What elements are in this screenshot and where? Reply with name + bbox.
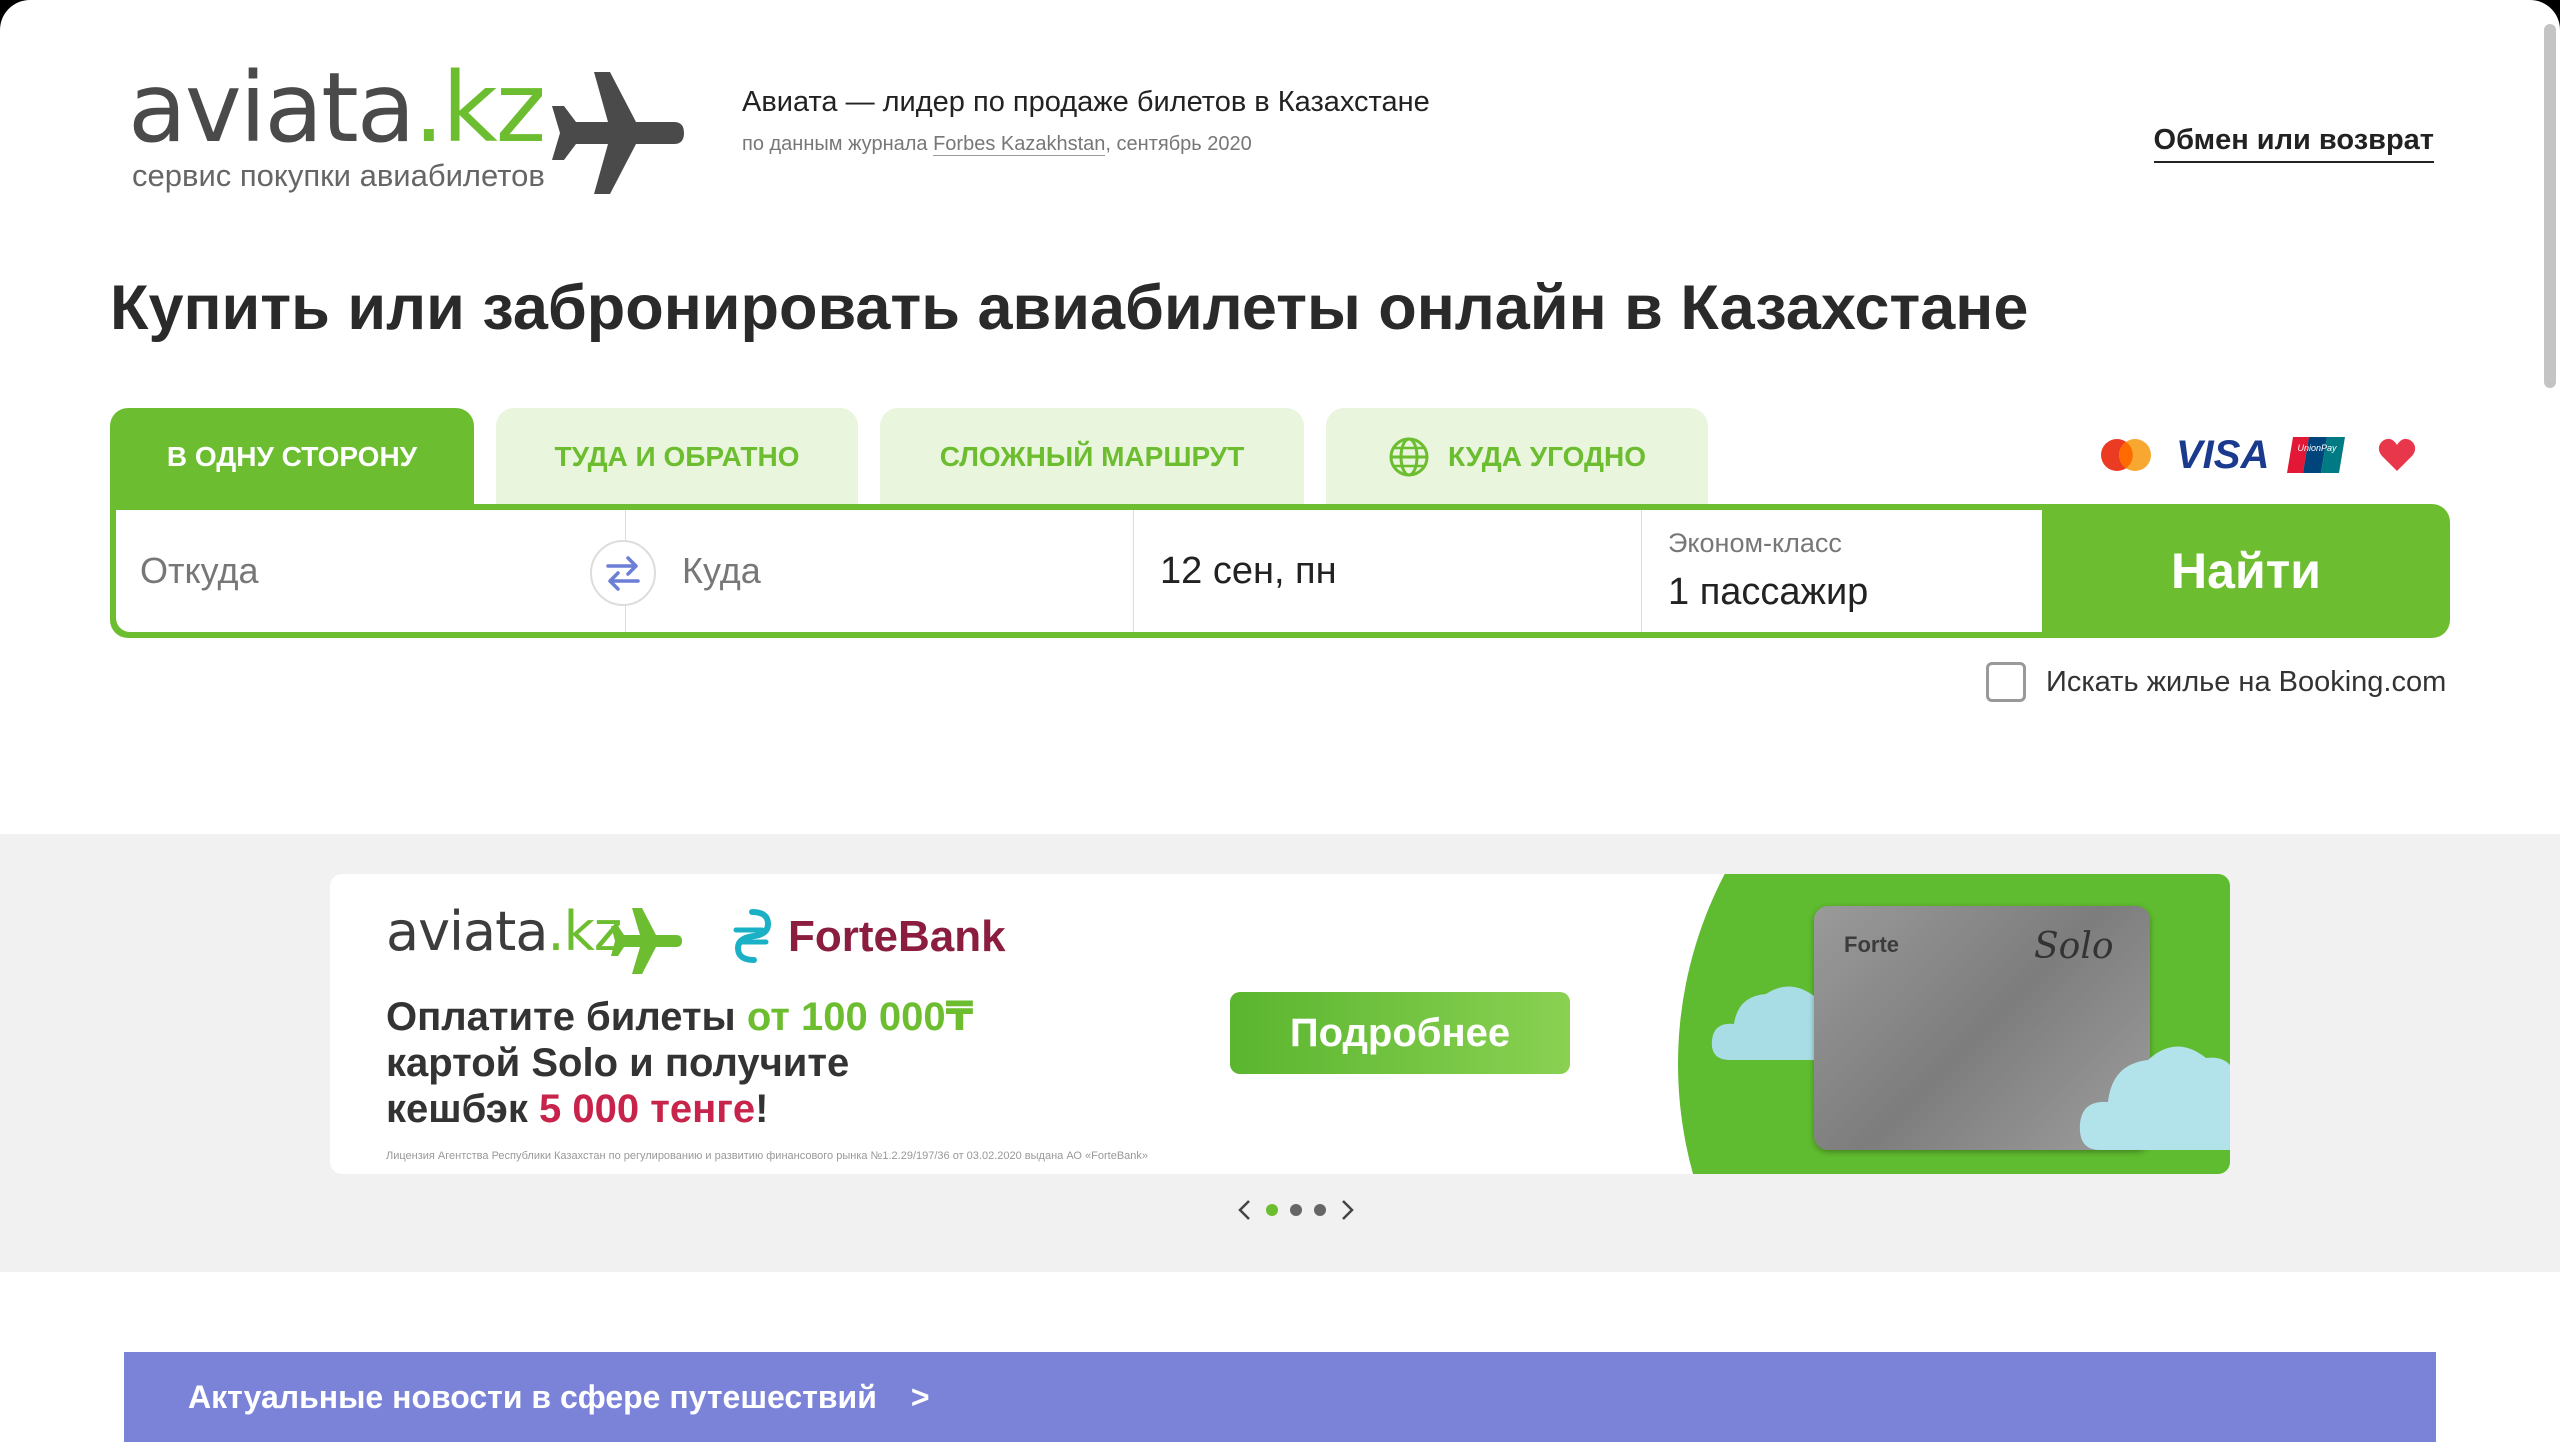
destination-field[interactable]: Куда xyxy=(626,510,1134,632)
news-heading: Актуальные новости в сфере путешествий xyxy=(188,1378,877,1415)
unionpay-icon: UnionPay xyxy=(2287,437,2346,473)
tab-multi-city[interactable]: Сложный маршрут xyxy=(880,408,1304,506)
site-header: aviata.kz сервис покупки авиабилетов Ави… xyxy=(0,0,2560,230)
aviata-logo[interactable]: aviata.kz сервис покупки авиабилетов xyxy=(128,58,688,198)
promo-banner[interactable]: aviata.kz ForteBank Оплатите билеты от 1… xyxy=(330,874,2230,1174)
exchange-return-link[interactable]: Обмен или возврат xyxy=(2153,124,2434,163)
carousel-next-icon[interactable] xyxy=(1338,1198,1358,1222)
more-details-button[interactable]: Подробнее xyxy=(1230,992,1570,1074)
swap-arrows-icon xyxy=(606,556,640,591)
logo-subtitle: сервис покупки авиабилетов xyxy=(132,158,545,193)
mastercard-icon xyxy=(2101,439,2151,471)
card-solo-logo: Solo xyxy=(2034,926,2114,967)
heart-icon[interactable] xyxy=(2377,435,2417,475)
forbes-link[interactable]: Forbes Kazakhstan xyxy=(933,133,1106,156)
tab-round-trip[interactable]: Туда и обратно xyxy=(496,408,858,506)
banner-aviata-logo: aviata.kz xyxy=(386,900,622,963)
swap-button[interactable] xyxy=(590,540,656,606)
flight-search-form: Откуда Куда 12 сен, пн Эконом-класс 1 па… xyxy=(110,504,2450,638)
svg-text:UnionPay: UnionPay xyxy=(2298,443,2338,453)
origin-placeholder: Откуда xyxy=(140,550,259,591)
carousel-dot[interactable] xyxy=(1290,1204,1302,1216)
airplane-icon xyxy=(552,72,684,194)
trip-type-tabs: В одну сторону Туда и обратно Сложный ма… xyxy=(110,408,1708,506)
logo-wordmark: aviata.kz xyxy=(128,52,546,164)
cloud-icon xyxy=(2079,1046,2230,1150)
card-brand: Forte xyxy=(1844,932,1899,957)
tagline-main: Авиата — лидер по продаже билетов в Каза… xyxy=(742,86,1430,118)
find-button[interactable]: Найти xyxy=(2042,504,2450,638)
license-text: Лицензия Агентства Республики Казахстан … xyxy=(386,1150,1149,1162)
tagline: Авиата — лидер по продаже билетов в Каза… xyxy=(742,86,1430,156)
passengers-value: 1 пассажир xyxy=(1668,571,1869,613)
travel-news-section[interactable]: Актуальные новости в сфере путешествий > xyxy=(124,1352,2436,1442)
cabin-class: Эконом-класс xyxy=(1668,528,1842,558)
tab-one-way[interactable]: В одну сторону xyxy=(110,408,474,506)
date-field[interactable]: 12 сен, пн xyxy=(1134,510,1642,632)
destination-placeholder: Куда xyxy=(682,550,761,591)
payment-methods: VISA UnionPay xyxy=(2096,430,2417,480)
booking-checkbox[interactable] xyxy=(1986,662,2026,702)
carousel-prev-icon[interactable] xyxy=(1234,1198,1254,1222)
page-scrollbar[interactable] xyxy=(2544,24,2556,388)
page-title: Купить или забронировать авиабилеты онла… xyxy=(110,273,2029,343)
booking-option[interactable]: Искать жилье на Booking.com xyxy=(1986,662,2446,702)
passengers-field[interactable]: Эконом-класс 1 пассажир xyxy=(1642,510,2042,632)
carousel-pagination xyxy=(1234,1198,1358,1222)
promo-carousel: aviata.kz ForteBank Оплатите билеты от 1… xyxy=(0,834,2560,1272)
booking-checkbox-label: Искать жилье на Booking.com xyxy=(2046,665,2447,698)
origin-field[interactable]: Откуда xyxy=(116,510,626,632)
tagline-source: по данным журнала Forbes Kazakhstan, сен… xyxy=(742,133,1252,156)
globe-icon xyxy=(1389,437,1429,477)
fortebank-name: ForteBank xyxy=(788,912,1006,961)
banner-airplane-icon xyxy=(611,908,682,974)
promo-text: Оплатите билеты от 100 000₸ картой Solo … xyxy=(386,995,974,1131)
visa-icon: VISA xyxy=(2176,432,2270,477)
tab-anywhere[interactable]: Куда угодно xyxy=(1326,408,1708,506)
fortebank-logo-icon xyxy=(733,909,772,963)
news-arrow-icon: > xyxy=(910,1378,930,1415)
date-value: 12 сен, пн xyxy=(1160,549,1337,592)
carousel-dot[interactable] xyxy=(1314,1204,1326,1216)
carousel-dot[interactable] xyxy=(1266,1204,1278,1216)
